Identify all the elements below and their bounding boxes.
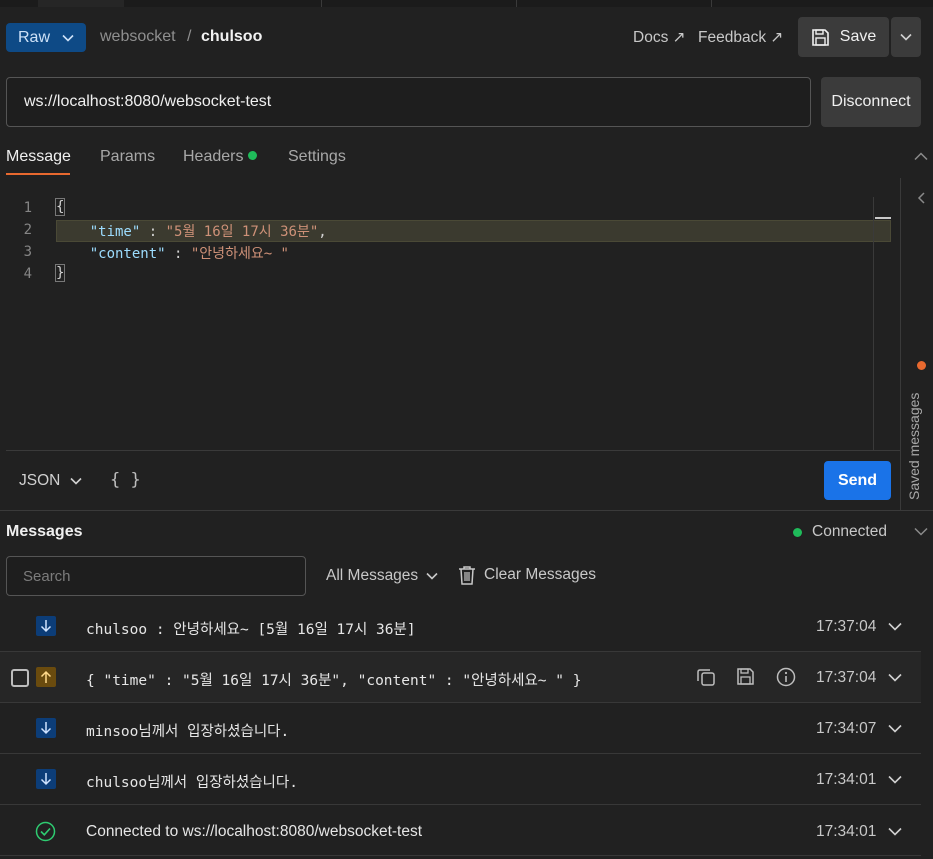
json-key: "time" (89, 224, 141, 240)
message-row[interactable]: chulsoo님께서 입장하셨습니다. 17:34:01 (0, 754, 921, 805)
message-text: chulsoo님께서 입장하셨습니다. (86, 775, 298, 791)
format-dropdown[interactable]: JSON (19, 472, 82, 490)
tab-message[interactable]: Message (6, 148, 71, 166)
message-row[interactable]: minsoo님께서 입장하셨습니다. 17:34:07 (0, 703, 921, 754)
save-label: Save (839, 28, 877, 45)
message-checkbox[interactable] (11, 669, 29, 687)
chevron-down-icon[interactable] (888, 724, 902, 733)
arrow-down-icon (36, 718, 56, 738)
save-button[interactable]: Save (798, 17, 889, 57)
chevron-down-icon[interactable] (888, 622, 902, 631)
connection-status: Connected (793, 523, 887, 541)
copy-icon[interactable] (696, 667, 716, 687)
chevron-left-icon[interactable] (917, 192, 925, 204)
line-number: 2 (23, 222, 32, 238)
chevron-down-icon (900, 33, 912, 41)
line-number: 4 (23, 266, 32, 282)
json-value: "안녕하세요~ " (190, 246, 289, 262)
message-filter-label: All Messages (326, 567, 419, 584)
message-time: 17:34:01 (816, 771, 877, 788)
trash-icon (459, 566, 475, 585)
json-key: "content" (89, 246, 166, 262)
section-divider (0, 510, 933, 511)
send-button[interactable]: Send (824, 461, 891, 500)
url-input[interactable]: ws://localhost:8080/websocket-test (6, 77, 811, 127)
chevron-down-icon[interactable] (888, 827, 902, 836)
connected-dot (793, 527, 802, 537)
message-filter-dropdown[interactable]: All Messages (326, 567, 438, 585)
active-tab-stub[interactable] (38, 0, 124, 7)
saved-messages-dot (917, 361, 926, 370)
connection-status-label: Connected (812, 523, 887, 540)
chevron-down-icon[interactable] (888, 673, 902, 682)
tab-headers[interactable]: Headers (183, 148, 258, 166)
chevron-up-icon[interactable] (914, 152, 928, 161)
clear-messages-label: Clear Messages (484, 566, 596, 583)
json-sep: : (140, 224, 166, 240)
line-number: 1 (23, 200, 32, 216)
tab-divider (516, 0, 517, 7)
chevron-down-icon[interactable] (888, 775, 902, 784)
messages-title: Messages (6, 523, 83, 540)
message-text: Connected to ws://localhost:8080/websock… (86, 823, 423, 840)
line-number: 3 (23, 244, 32, 260)
disconnect-button[interactable]: Disconnect (821, 77, 921, 127)
code-line[interactable]: "time" : "5월 16일 17시 36분", (56, 221, 327, 241)
breadcrumb-separator: / (187, 28, 192, 45)
save-icon[interactable] (736, 667, 755, 686)
message-text: { "time" : "5월 16일 17시 36분", "content" :… (86, 673, 582, 689)
info-icon[interactable] (776, 667, 796, 687)
tab-params[interactable]: Params (100, 148, 155, 166)
json-value: "5월 16일 17시 36분" (165, 224, 319, 240)
message-row[interactable]: Connected to ws://localhost:8080/websock… (0, 805, 921, 856)
message-time: 17:37:04 (816, 618, 877, 635)
tab-divider (321, 0, 322, 7)
editor-scrollbar[interactable] (873, 197, 891, 450)
tab-settings[interactable]: Settings (288, 148, 346, 166)
save-icon (811, 28, 829, 46)
chevron-down-icon[interactable] (914, 527, 928, 536)
breadcrumb-current[interactable]: chulsoo (201, 28, 262, 46)
json-comma: , (318, 224, 327, 240)
messages-search-input[interactable]: Search (6, 556, 306, 596)
scroll-cursor-marker (875, 217, 891, 219)
brace: } (54, 264, 66, 282)
chevron-down-icon (70, 477, 82, 485)
code-line[interactable]: { (54, 198, 66, 216)
chevron-down-icon (426, 572, 438, 580)
active-tab-indicator (6, 173, 70, 175)
check-circle-icon (35, 821, 56, 842)
message-time: 17:37:04 (816, 669, 877, 686)
docs-link[interactable]: Docs ↗ (633, 28, 686, 47)
headers-status-dot (248, 151, 258, 161)
message-row[interactable]: chulsoo : 안녕하세요~ [5월 16일 17시 36분] 17:37:… (0, 601, 921, 652)
chevron-down-icon (62, 34, 74, 42)
code-line[interactable]: "content" : "안녕하세요~ " (56, 243, 289, 263)
message-text: minsoo님께서 입장하셨습니다. (86, 724, 290, 740)
tab-divider (711, 0, 712, 7)
top-tab-strip (0, 0, 933, 7)
message-time: 17:34:07 (816, 720, 877, 737)
save-options-dropdown[interactable] (891, 17, 921, 57)
divider (6, 450, 900, 451)
format-label: JSON (19, 472, 61, 489)
brace: { (54, 198, 66, 216)
raw-mode-dropdown[interactable]: Raw (6, 23, 86, 52)
arrow-down-icon (36, 769, 56, 789)
message-time: 17:34:01 (816, 823, 877, 840)
saved-messages-label[interactable]: Saved messages (906, 393, 922, 500)
raw-mode-label: Raw (18, 28, 51, 46)
breadcrumb-parent[interactable]: websocket (100, 28, 176, 46)
code-line[interactable]: } (54, 264, 66, 282)
clear-messages-button[interactable]: Clear Messages (458, 565, 596, 585)
message-text: chulsoo : 안녕하세요~ [5월 16일 17시 36분] (86, 622, 416, 638)
beautify-button[interactable]: { } (110, 470, 141, 490)
arrow-up-icon (36, 667, 56, 687)
feedback-link[interactable]: Feedback ↗ (698, 28, 783, 47)
tab-headers-label: Headers (183, 148, 244, 165)
arrow-down-icon (36, 616, 56, 636)
message-row[interactable]: { "time" : "5월 16일 17시 36분", "content" :… (0, 652, 921, 703)
json-sep: : (165, 246, 191, 262)
